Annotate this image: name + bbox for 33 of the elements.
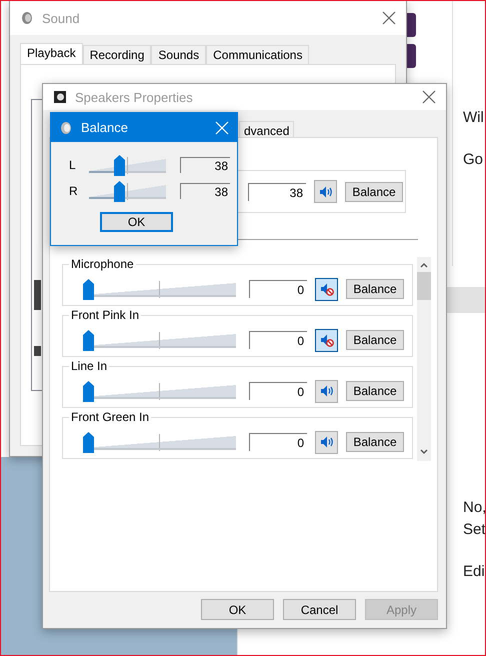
page-text: No, [463, 499, 485, 516]
dialog-title: Balance [81, 120, 129, 135]
balance-button[interactable]: Balance [346, 432, 404, 452]
page-text: Set [463, 521, 485, 538]
channel-label: Line In [69, 359, 110, 373]
level-field[interactable]: 38 [248, 182, 306, 200]
channel-label: L [69, 158, 77, 172]
tab[interactable]: Playback [20, 43, 83, 64]
level-field[interactable]: 38 [180, 183, 230, 199]
dialog-button[interactable]: OK [201, 599, 274, 620]
balance-button[interactable]: Balance [346, 330, 404, 350]
page-text: Go [463, 151, 484, 168]
level-field[interactable]: 0 [249, 382, 307, 400]
level-field[interactable]: 0 [249, 433, 307, 451]
ok-button[interactable]: OK [100, 212, 173, 232]
channel-label: Front Pink In [69, 308, 142, 322]
channel-label: Front Green In [69, 410, 152, 424]
page-text: Wil [463, 109, 484, 126]
balance-button[interactable]: Balance [346, 381, 404, 401]
window-title: Speakers Properties [75, 90, 194, 104]
page-text: Edi [463, 563, 485, 580]
tab[interactable]: Communications [206, 45, 310, 64]
tab[interactable]: Sounds [151, 45, 206, 64]
level-field[interactable]: 0 [249, 331, 307, 349]
tab[interactable]: Recording [82, 45, 152, 64]
level-field[interactable]: 0 [249, 280, 307, 298]
level-field[interactable]: 38 [180, 157, 230, 173]
channel-label: R [69, 184, 79, 198]
balance-button[interactable]: Balance [345, 182, 403, 202]
channel-label: Microphone [69, 257, 136, 271]
dialog-button[interactable]: Cancel [283, 599, 356, 620]
balance-button[interactable]: Balance [346, 279, 404, 299]
window-title: Sound [42, 10, 81, 26]
